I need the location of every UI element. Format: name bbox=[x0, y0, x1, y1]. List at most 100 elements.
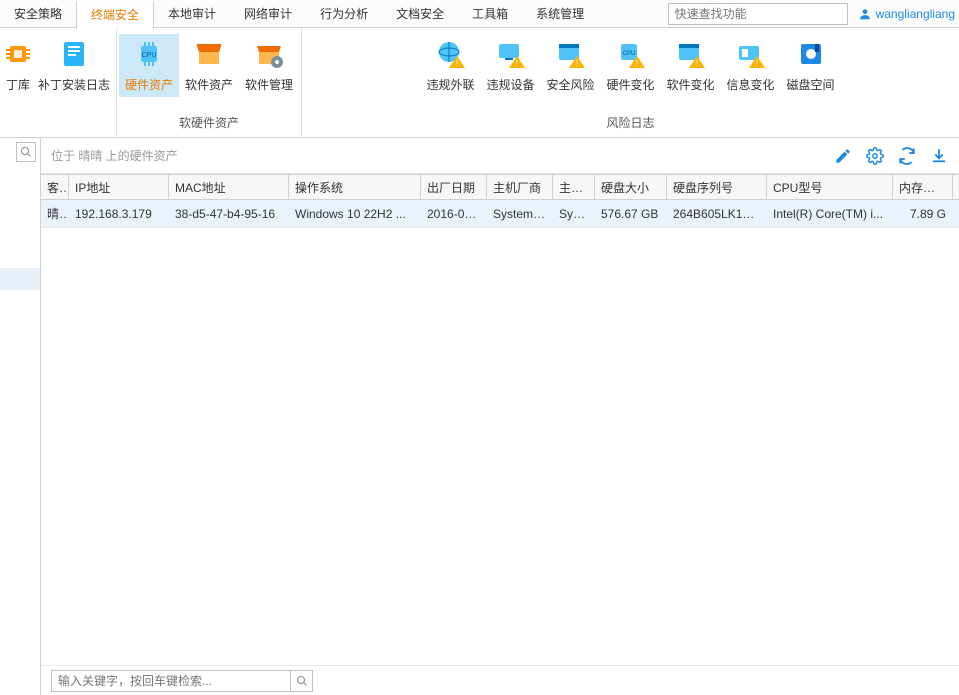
ribbon-disk-space[interactable]: 磁盘空间 bbox=[781, 34, 841, 97]
ribbon-label: 丁库 bbox=[6, 76, 30, 93]
ribbon-patch-lib[interactable]: 丁库 bbox=[2, 34, 34, 97]
tab-document-security[interactable]: 文档安全 bbox=[382, 0, 458, 28]
storefront-icon bbox=[193, 38, 225, 70]
ribbon-security-risk[interactable]: ! 安全风险 bbox=[541, 34, 601, 97]
cell-ip: 192.168.3.179 bbox=[69, 200, 169, 227]
cell-date: 2016-09-... bbox=[421, 200, 487, 227]
tab-toolbox[interactable]: 工具箱 bbox=[458, 0, 522, 28]
ribbon-label: 软件资产 bbox=[185, 76, 233, 93]
col-os[interactable]: 操作系统 bbox=[289, 175, 421, 199]
ribbon-hardware-assets[interactable]: CPU 硬件资产 bbox=[119, 34, 179, 97]
username-label: wangliangliang bbox=[876, 7, 955, 21]
cell-disk-size: 576.67 GB bbox=[595, 200, 667, 227]
refresh-icon bbox=[898, 147, 916, 165]
cell-mac: 38-d5-47-b4-95-16 bbox=[169, 200, 289, 227]
cell-client: 晴.. bbox=[41, 200, 69, 227]
ribbon-label: 违规外联 bbox=[426, 76, 474, 93]
cpu-icon: CPU bbox=[133, 38, 165, 70]
ribbon-group-patch: 丁库 补丁安装日志 bbox=[0, 28, 117, 137]
user-icon bbox=[858, 7, 872, 21]
window2-warning-icon: ! bbox=[675, 38, 707, 70]
window-warning-icon: ! bbox=[555, 38, 587, 70]
table-row[interactable]: 晴.. 192.168.3.179 38-d5-47-b4-95-16 Wind… bbox=[41, 200, 959, 228]
tab-security-policy[interactable]: 安全策略 bbox=[0, 0, 76, 28]
keyword-search-button[interactable] bbox=[291, 670, 313, 692]
ribbon-group-risk: ! 违规外联 ! 违规设备 ! 安全风险 CPU! 硬件变化 ! 软件变化 ! … bbox=[302, 28, 959, 137]
table-header: 客.. IP地址 MAC地址 操作系统 出厂日期 主机厂商 主机.. 硬盘大小 … bbox=[41, 174, 959, 200]
sidebar bbox=[0, 138, 41, 695]
sidebar-selected-item[interactable] bbox=[0, 268, 40, 290]
cell-disk-serial: 264B605LK1K... bbox=[667, 200, 767, 227]
ribbon-software-change[interactable]: ! 软件变化 bbox=[661, 34, 721, 97]
cell-memory: 7.89 G bbox=[893, 200, 953, 227]
ribbon-hardware-change[interactable]: CPU! 硬件变化 bbox=[601, 34, 661, 97]
pencil-icon bbox=[834, 147, 852, 165]
cell-vendor: System ... bbox=[487, 200, 553, 227]
col-disk-serial[interactable]: 硬盘序列号 bbox=[667, 175, 767, 199]
group-caption-risk: 风险日志 bbox=[606, 110, 654, 137]
cell-host: Syste... bbox=[553, 200, 595, 227]
settings-button[interactable] bbox=[865, 146, 885, 166]
tab-terminal-security[interactable]: 终端安全 bbox=[76, 1, 154, 29]
user-link[interactable]: wangliangliang bbox=[858, 7, 955, 21]
col-disk-size[interactable]: 硬盘大小 bbox=[595, 175, 667, 199]
svg-text:!: ! bbox=[695, 59, 697, 68]
svg-text:CPU: CPU bbox=[142, 52, 157, 59]
svg-text:!: ! bbox=[755, 59, 757, 68]
ribbon: 丁库 补丁安装日志 CPU 硬件资产 软件资产 软件管理 软硬件资产 bbox=[0, 28, 959, 138]
ribbon-group-assets: CPU 硬件资产 软件资产 软件管理 软硬件资产 bbox=[117, 28, 302, 137]
svg-text:!: ! bbox=[515, 59, 517, 68]
monitor-warning-icon: ! bbox=[495, 38, 527, 70]
col-mac[interactable]: MAC地址 bbox=[169, 175, 289, 199]
tab-system-management[interactable]: 系统管理 bbox=[522, 0, 598, 28]
export-button[interactable] bbox=[929, 146, 949, 166]
svg-text:!: ! bbox=[635, 59, 637, 68]
keyword-search-input[interactable] bbox=[51, 670, 291, 692]
tab-network-audit[interactable]: 网络审计 bbox=[230, 0, 306, 28]
ribbon-software-assets[interactable]: 软件资产 bbox=[179, 34, 239, 97]
col-cpu[interactable]: CPU型号 bbox=[767, 175, 893, 199]
cell-cpu: Intel(R) Core(TM) i... bbox=[767, 200, 893, 227]
data-table: 客.. IP地址 MAC地址 操作系统 出厂日期 主机厂商 主机.. 硬盘大小 … bbox=[41, 174, 959, 665]
ribbon-label: 违规设备 bbox=[486, 76, 534, 93]
top-tabs: 安全策略 终端安全 本地审计 网络审计 行为分析 文档安全 工具箱 系统管理 w… bbox=[0, 0, 959, 28]
search-icon bbox=[20, 146, 32, 158]
path-bar: 位于 晴晴 上的硬件资产 bbox=[41, 138, 959, 174]
quick-search-input[interactable] bbox=[668, 3, 848, 25]
sidebar-search-button[interactable] bbox=[16, 142, 36, 162]
ribbon-label: 硬件资产 bbox=[125, 76, 173, 93]
cell-os: Windows 10 22H2 ... bbox=[289, 200, 421, 227]
ribbon-software-manage[interactable]: 软件管理 bbox=[239, 34, 299, 97]
group-caption-assets: 软硬件资产 bbox=[179, 110, 239, 137]
ribbon-illegal-connection[interactable]: ! 违规外联 bbox=[421, 34, 481, 97]
download-icon bbox=[930, 147, 948, 165]
tab-local-audit[interactable]: 本地审计 bbox=[154, 0, 230, 28]
ribbon-label: 硬件变化 bbox=[606, 76, 654, 93]
ribbon-illegal-device[interactable]: ! 违规设备 bbox=[481, 34, 541, 97]
storefront-gear-icon bbox=[253, 38, 285, 70]
ribbon-patch-log[interactable]: 补丁安装日志 bbox=[34, 34, 114, 97]
col-client[interactable]: 客.. bbox=[41, 175, 69, 199]
ribbon-label: 信息变化 bbox=[726, 76, 774, 93]
ribbon-label: 软件变化 bbox=[666, 76, 714, 93]
col-vendor[interactable]: 主机厂商 bbox=[487, 175, 553, 199]
bottom-bar bbox=[41, 665, 959, 695]
refresh-button[interactable] bbox=[897, 146, 917, 166]
gear-icon bbox=[866, 147, 884, 165]
ribbon-label: 磁盘空间 bbox=[786, 76, 834, 93]
cpu-warning-icon: CPU! bbox=[615, 38, 647, 70]
col-host[interactable]: 主机.. bbox=[553, 175, 595, 199]
ribbon-label: 补丁安装日志 bbox=[38, 76, 110, 93]
edit-button[interactable] bbox=[833, 146, 853, 166]
ribbon-label: 软件管理 bbox=[245, 76, 293, 93]
tab-behavior-analysis[interactable]: 行为分析 bbox=[306, 0, 382, 28]
card-warning-icon: ! bbox=[735, 38, 767, 70]
svg-text:!: ! bbox=[575, 59, 577, 68]
ribbon-label: 安全风险 bbox=[546, 76, 594, 93]
group-caption bbox=[56, 113, 59, 137]
ribbon-info-change[interactable]: ! 信息变化 bbox=[721, 34, 781, 97]
col-date[interactable]: 出厂日期 bbox=[421, 175, 487, 199]
col-memory[interactable]: 内存大小 bbox=[893, 175, 953, 199]
log-icon bbox=[58, 38, 90, 70]
col-ip[interactable]: IP地址 bbox=[69, 175, 169, 199]
